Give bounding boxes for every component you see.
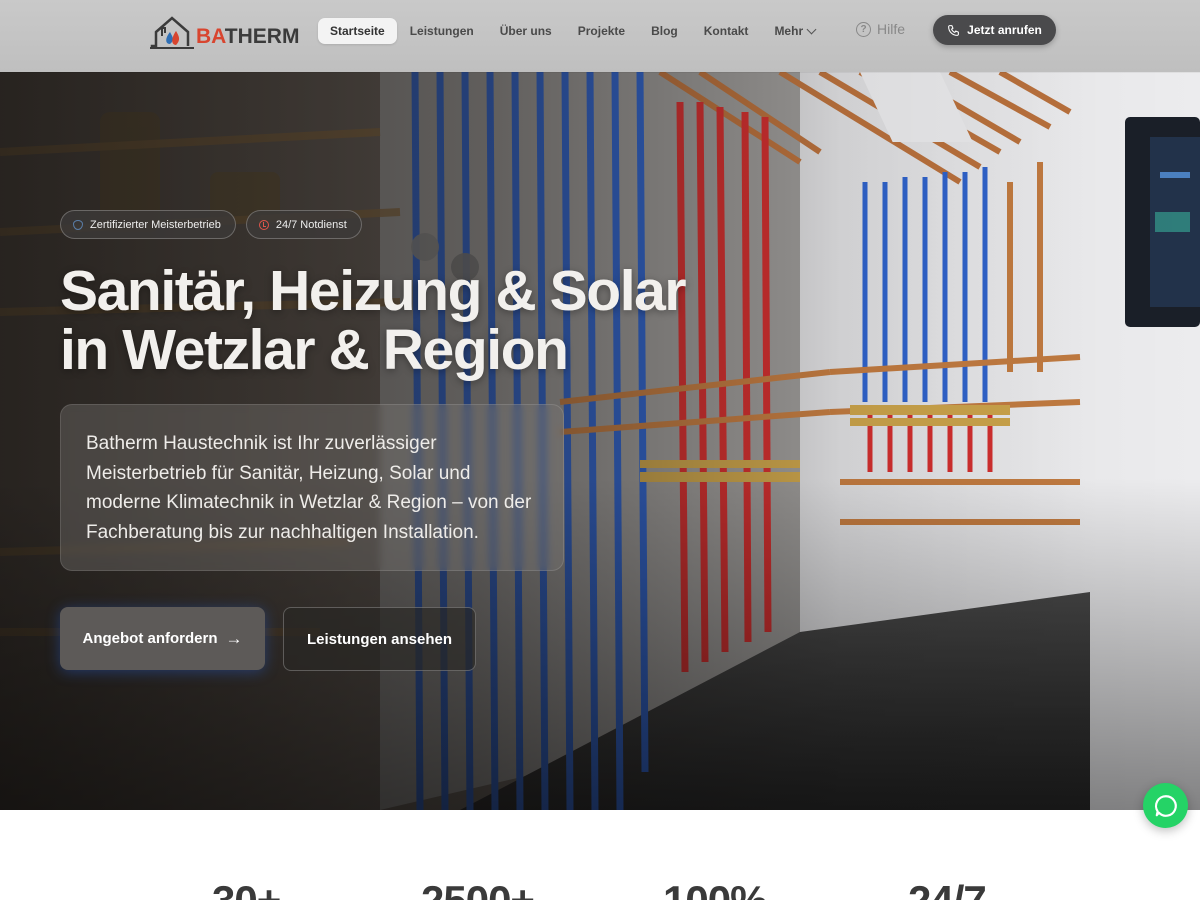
view-services-label: Leistungen ansehen xyxy=(306,630,453,648)
call-now-label: Jetzt anrufen xyxy=(967,23,1042,37)
logo-wordmark: BATHERM xyxy=(196,25,300,48)
whatsapp-icon xyxy=(1154,794,1177,817)
hero-title: Sanitär, Heizung & Solar in Wetzlar & Re… xyxy=(60,262,740,380)
whatsapp-button[interactable] xyxy=(1143,783,1188,828)
arrow-right-icon: → xyxy=(225,628,243,648)
hero-title-line1: Sanitär, Heizung & Solar xyxy=(60,259,687,323)
nav-startseite[interactable]: Startseite xyxy=(318,18,397,44)
stat-satisfaction: 100% xyxy=(663,876,767,900)
view-services-button[interactable]: Leistungen ansehen xyxy=(283,607,476,671)
house-logo-icon xyxy=(150,16,194,49)
nav-mehr-dropdown[interactable]: Mehr xyxy=(761,18,828,44)
chevron-down-icon xyxy=(806,24,817,34)
nav-projekte[interactable]: Projekte xyxy=(565,18,638,44)
nav-ueber-uns[interactable]: Über uns xyxy=(487,18,565,44)
logo[interactable]: BATHERM xyxy=(150,10,299,50)
help-link[interactable]: ? Hilfe xyxy=(856,21,905,37)
request-quote-label: Angebot anfordern xyxy=(82,630,218,647)
site-header: BATHERM Startseite Leistungen Über uns P… xyxy=(0,0,1200,72)
stat-emergency: 24/7 xyxy=(908,876,987,900)
badge-label: Zertifizierter Meisterbetrieb xyxy=(90,218,221,231)
badge-notdienst: 24/7 Notdienst xyxy=(245,210,362,239)
request-quote-button[interactable]: Angebot anfordern → xyxy=(60,607,265,670)
call-now-button[interactable]: Jetzt anrufen xyxy=(933,15,1056,45)
nav-blog[interactable]: Blog xyxy=(638,18,691,44)
badge-label: 24/7 Notdienst xyxy=(275,218,347,231)
clock-icon xyxy=(258,219,269,230)
nav-kontakt[interactable]: Kontakt xyxy=(691,18,762,44)
phone-icon xyxy=(948,24,960,36)
nav-mehr-label: Mehr xyxy=(774,24,804,38)
hero-description: Batherm Haustechnik ist Ihr zuverlässige… xyxy=(86,433,532,543)
stat-years: 30+ xyxy=(212,876,281,900)
stat-projects: 2500+ xyxy=(421,876,535,900)
help-label: Hilfe xyxy=(877,21,906,37)
nav-leistungen[interactable]: Leistungen xyxy=(397,18,487,44)
main-nav: Startseite Leistungen Über uns Projekte … xyxy=(318,18,828,44)
hero-title-line2: in Wetzlar & Region xyxy=(60,318,569,382)
question-circle-icon: ? xyxy=(856,21,871,37)
badge-meisterbetrieb: Zertifizierter Meisterbetrieb xyxy=(60,210,236,239)
hero-description-card: Batherm Haustechnik ist Ihr zuverlässige… xyxy=(60,404,564,571)
hero-section: Zertifizierter Meisterbetrieb 24/7 Notdi… xyxy=(0,72,1200,810)
shield-icon xyxy=(73,219,83,230)
stats-section: 30+ 2500+ 100% 24/7 xyxy=(0,810,1200,900)
hero-badges: Zertifizierter Meisterbetrieb 24/7 Notdi… xyxy=(60,210,362,239)
